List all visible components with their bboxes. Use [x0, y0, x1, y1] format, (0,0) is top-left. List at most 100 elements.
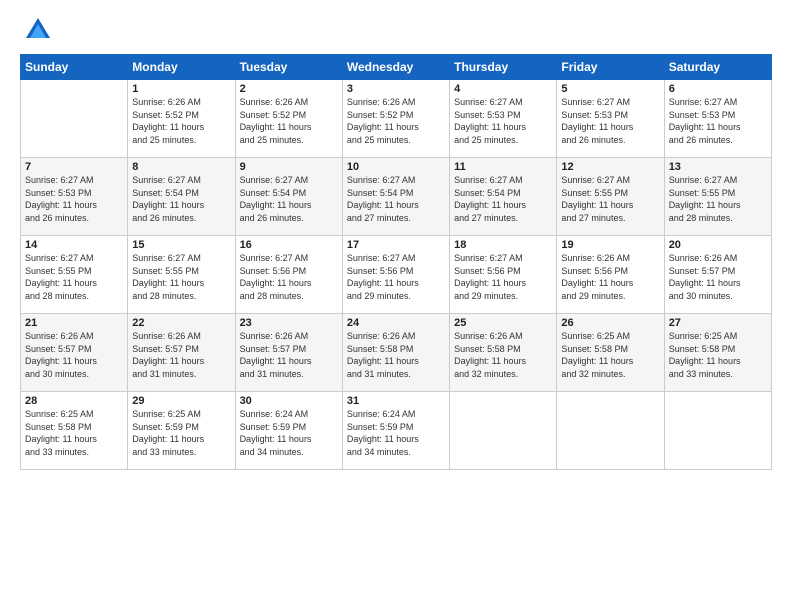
calendar-table: SundayMondayTuesdayWednesdayThursdayFrid…: [20, 54, 772, 470]
calendar-cell: 12Sunrise: 6:27 AMSunset: 5:55 PMDayligh…: [557, 158, 664, 236]
calendar-cell: 26Sunrise: 6:25 AMSunset: 5:58 PMDayligh…: [557, 314, 664, 392]
day-number: 1: [132, 83, 230, 95]
day-number: 13: [669, 161, 767, 173]
day-info: Sunrise: 6:26 AMSunset: 5:52 PMDaylight:…: [132, 96, 230, 146]
day-info: Sunrise: 6:25 AMSunset: 5:58 PMDaylight:…: [669, 330, 767, 380]
day-number: 2: [240, 83, 338, 95]
calendar-cell: 10Sunrise: 6:27 AMSunset: 5:54 PMDayligh…: [342, 158, 449, 236]
calendar-cell: 28Sunrise: 6:25 AMSunset: 5:58 PMDayligh…: [21, 392, 128, 470]
calendar-cell: 14Sunrise: 6:27 AMSunset: 5:55 PMDayligh…: [21, 236, 128, 314]
day-number: 20: [669, 239, 767, 251]
calendar-cell: 5Sunrise: 6:27 AMSunset: 5:53 PMDaylight…: [557, 80, 664, 158]
day-info: Sunrise: 6:26 AMSunset: 5:57 PMDaylight:…: [669, 252, 767, 302]
day-info: Sunrise: 6:24 AMSunset: 5:59 PMDaylight:…: [240, 408, 338, 458]
calendar-cell: 13Sunrise: 6:27 AMSunset: 5:55 PMDayligh…: [664, 158, 771, 236]
day-info: Sunrise: 6:27 AMSunset: 5:54 PMDaylight:…: [454, 174, 552, 224]
calendar-header: SundayMondayTuesdayWednesdayThursdayFrid…: [21, 55, 772, 80]
day-number: 25: [454, 317, 552, 329]
calendar-cell: 16Sunrise: 6:27 AMSunset: 5:56 PMDayligh…: [235, 236, 342, 314]
calendar-cell: 18Sunrise: 6:27 AMSunset: 5:56 PMDayligh…: [450, 236, 557, 314]
day-info: Sunrise: 6:27 AMSunset: 5:55 PMDaylight:…: [669, 174, 767, 224]
day-number: 19: [561, 239, 659, 251]
calendar-cell: 19Sunrise: 6:26 AMSunset: 5:56 PMDayligh…: [557, 236, 664, 314]
header-cell-tuesday: Tuesday: [235, 55, 342, 80]
day-info: Sunrise: 6:27 AMSunset: 5:55 PMDaylight:…: [132, 252, 230, 302]
day-info: Sunrise: 6:27 AMSunset: 5:53 PMDaylight:…: [25, 174, 123, 224]
day-number: 31: [347, 395, 445, 407]
calendar-cell: 25Sunrise: 6:26 AMSunset: 5:58 PMDayligh…: [450, 314, 557, 392]
logo-icon: [24, 16, 52, 44]
day-number: 11: [454, 161, 552, 173]
day-info: Sunrise: 6:25 AMSunset: 5:58 PMDaylight:…: [561, 330, 659, 380]
logo: [20, 16, 52, 44]
week-row-5: 28Sunrise: 6:25 AMSunset: 5:58 PMDayligh…: [21, 392, 772, 470]
day-number: 7: [25, 161, 123, 173]
day-info: Sunrise: 6:27 AMSunset: 5:55 PMDaylight:…: [25, 252, 123, 302]
calendar-cell: 31Sunrise: 6:24 AMSunset: 5:59 PMDayligh…: [342, 392, 449, 470]
day-info: Sunrise: 6:27 AMSunset: 5:53 PMDaylight:…: [669, 96, 767, 146]
day-number: 9: [240, 161, 338, 173]
day-info: Sunrise: 6:25 AMSunset: 5:59 PMDaylight:…: [132, 408, 230, 458]
day-info: Sunrise: 6:26 AMSunset: 5:52 PMDaylight:…: [240, 96, 338, 146]
day-info: Sunrise: 6:26 AMSunset: 5:57 PMDaylight:…: [240, 330, 338, 380]
calendar-cell: 4Sunrise: 6:27 AMSunset: 5:53 PMDaylight…: [450, 80, 557, 158]
day-info: Sunrise: 6:26 AMSunset: 5:58 PMDaylight:…: [454, 330, 552, 380]
day-info: Sunrise: 6:27 AMSunset: 5:55 PMDaylight:…: [561, 174, 659, 224]
day-info: Sunrise: 6:26 AMSunset: 5:57 PMDaylight:…: [132, 330, 230, 380]
calendar-cell: 3Sunrise: 6:26 AMSunset: 5:52 PMDaylight…: [342, 80, 449, 158]
week-row-1: 1Sunrise: 6:26 AMSunset: 5:52 PMDaylight…: [21, 80, 772, 158]
day-number: 8: [132, 161, 230, 173]
header-cell-wednesday: Wednesday: [342, 55, 449, 80]
calendar-cell: 27Sunrise: 6:25 AMSunset: 5:58 PMDayligh…: [664, 314, 771, 392]
day-info: Sunrise: 6:27 AMSunset: 5:54 PMDaylight:…: [347, 174, 445, 224]
calendar-body: 1Sunrise: 6:26 AMSunset: 5:52 PMDaylight…: [21, 80, 772, 470]
day-number: 29: [132, 395, 230, 407]
day-number: 24: [347, 317, 445, 329]
day-info: Sunrise: 6:27 AMSunset: 5:54 PMDaylight:…: [132, 174, 230, 224]
calendar-cell: 11Sunrise: 6:27 AMSunset: 5:54 PMDayligh…: [450, 158, 557, 236]
day-info: Sunrise: 6:27 AMSunset: 5:53 PMDaylight:…: [454, 96, 552, 146]
day-number: 6: [669, 83, 767, 95]
header-cell-saturday: Saturday: [664, 55, 771, 80]
calendar-cell: 30Sunrise: 6:24 AMSunset: 5:59 PMDayligh…: [235, 392, 342, 470]
day-number: 28: [25, 395, 123, 407]
week-row-4: 21 Sunrise: 6:26 AMSunset: 5:57 PMDayligh…: [21, 314, 772, 392]
calendar-cell: [557, 392, 664, 470]
day-number: 21: [25, 317, 123, 329]
day-number: 5: [561, 83, 659, 95]
day-info: Sunrise: 6:27 AMSunset: 5:56 PMDaylight:…: [240, 252, 338, 302]
day-info: Sunrise: 6:27 AMSunset: 5:56 PMDaylight:…: [454, 252, 552, 302]
day-info: Sunrise: 6:26 AMSunset: 5:56 PMDaylight:…: [561, 252, 659, 302]
calendar-cell: 22Sunrise: 6:26 AMSunset: 5:57 PMDayligh…: [128, 314, 235, 392]
day-number: 15: [132, 239, 230, 251]
calendar-cell: 15Sunrise: 6:27 AMSunset: 5:55 PMDayligh…: [128, 236, 235, 314]
day-number: 27: [669, 317, 767, 329]
calendar-cell: 8Sunrise: 6:27 AMSunset: 5:54 PMDaylight…: [128, 158, 235, 236]
calendar-cell: 17Sunrise: 6:27 AMSunset: 5:56 PMDayligh…: [342, 236, 449, 314]
day-info: Sunrise: 6:26 AMSunset: 5:58 PMDaylight:…: [347, 330, 445, 380]
calendar-cell: 23Sunrise: 6:26 AMSunset: 5:57 PMDayligh…: [235, 314, 342, 392]
header: [20, 16, 772, 44]
calendar-cell: 2Sunrise: 6:26 AMSunset: 5:52 PMDaylight…: [235, 80, 342, 158]
day-number: 26: [561, 317, 659, 329]
day-number: 18: [454, 239, 552, 251]
header-cell-sunday: Sunday: [21, 55, 128, 80]
week-row-2: 7Sunrise: 6:27 AMSunset: 5:53 PMDaylight…: [21, 158, 772, 236]
calendar-cell: 7Sunrise: 6:27 AMSunset: 5:53 PMDaylight…: [21, 158, 128, 236]
day-info: Sunrise: 6:27 AMSunset: 5:56 PMDaylight:…: [347, 252, 445, 302]
calendar-cell: 21Sunrise: 6:26 AMSunset: 5:57 PMDayligh…: [21, 314, 128, 392]
day-number: 12: [561, 161, 659, 173]
calendar-cell: 6Sunrise: 6:27 AMSunset: 5:53 PMDaylight…: [664, 80, 771, 158]
page: SundayMondayTuesdayWednesdayThursdayFrid…: [0, 0, 792, 612]
calendar-cell: 9Sunrise: 6:27 AMSunset: 5:54 PMDaylight…: [235, 158, 342, 236]
calendar-cell: [21, 80, 128, 158]
day-info: Sunrise: 6:27 AMSunset: 5:53 PMDaylight:…: [561, 96, 659, 146]
day-number: 30: [240, 395, 338, 407]
day-number: 10: [347, 161, 445, 173]
day-number: 14: [25, 239, 123, 251]
day-number: 16: [240, 239, 338, 251]
header-cell-friday: Friday: [557, 55, 664, 80]
header-cell-thursday: Thursday: [450, 55, 557, 80]
calendar-cell: [450, 392, 557, 470]
calendar-cell: 24Sunrise: 6:26 AMSunset: 5:58 PMDayligh…: [342, 314, 449, 392]
